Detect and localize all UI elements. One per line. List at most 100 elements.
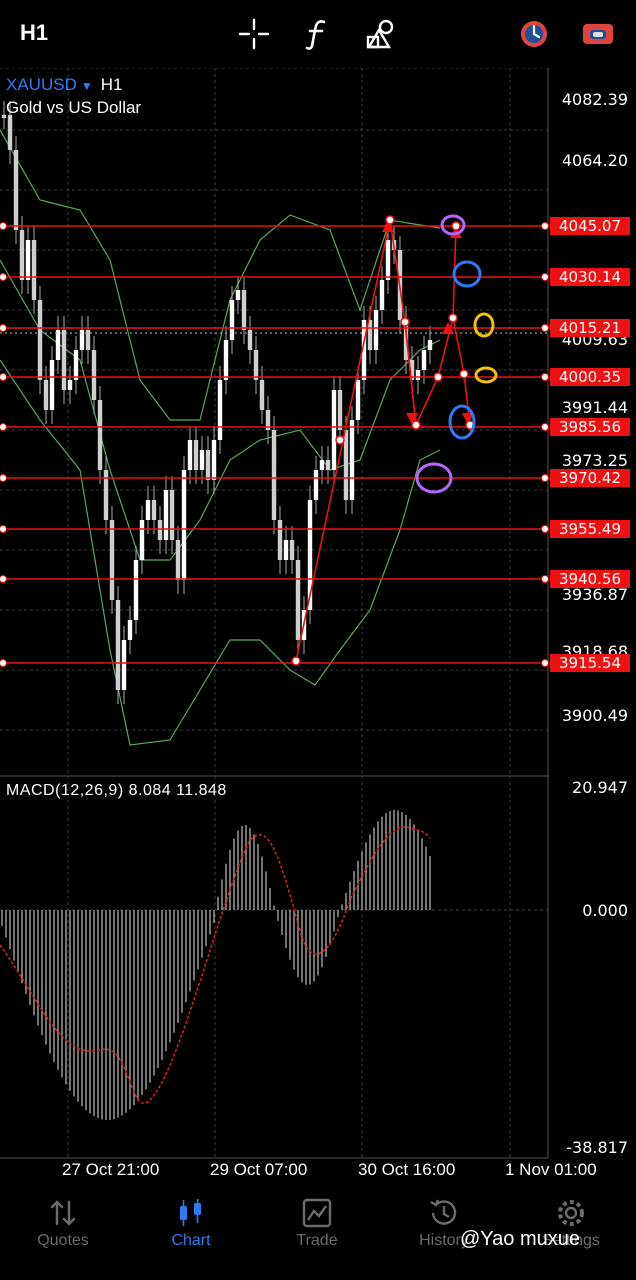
candle-body	[37, 300, 43, 380]
candle-body	[283, 540, 289, 560]
candle-body	[31, 240, 37, 300]
candle-body	[319, 460, 325, 470]
candle-body	[331, 390, 337, 470]
candle-body	[193, 440, 199, 470]
candle-body	[295, 560, 301, 640]
candle-body	[427, 340, 433, 350]
symbol-name: XAUUSD	[6, 75, 77, 94]
level-handle	[0, 373, 7, 381]
level-handle	[0, 324, 7, 332]
candle-body	[157, 520, 163, 540]
level-handle	[0, 222, 7, 230]
level-price-label[interactable]: 4030.14	[550, 268, 630, 286]
trend-line	[452, 317, 465, 375]
level-price-label[interactable]: 4045.07	[550, 217, 630, 235]
level-handle	[0, 423, 7, 431]
anchor-point	[451, 221, 461, 231]
level-price-label[interactable]: 3970.42	[550, 469, 630, 487]
trend-line	[389, 219, 406, 323]
level-handle	[541, 273, 549, 281]
macd-indicator-label[interactable]: MACD(12,26,9) 8.084 11.848	[6, 782, 227, 800]
trend-drawings[interactable]	[291, 214, 498, 666]
nav-label: Trade	[296, 1232, 338, 1249]
symbol-timeframe: H1	[100, 75, 123, 94]
candle-body	[43, 380, 49, 410]
candle-body	[373, 310, 379, 350]
candle-body	[235, 290, 241, 300]
highlight-circle	[452, 260, 482, 288]
chart-icon	[180, 1199, 201, 1226]
level-handle	[541, 423, 549, 431]
level-handle	[541, 222, 549, 230]
nav-quotes[interactable]: Quotes	[13, 1190, 113, 1270]
history-icon	[430, 1199, 457, 1225]
candle-body	[253, 350, 259, 380]
level-handle	[0, 273, 7, 281]
anchor-point	[335, 435, 345, 445]
candle-body	[337, 390, 343, 430]
candle-body	[421, 350, 427, 370]
candle-body	[259, 380, 265, 410]
highlight-circle	[473, 312, 495, 338]
time-label: 1 Nov 01:00	[505, 1160, 597, 1179]
candle-body	[169, 490, 175, 540]
candle-body	[223, 340, 229, 380]
nav-trade[interactable]: Trade	[267, 1190, 367, 1270]
candle-body	[55, 330, 61, 360]
nav-chart[interactable]: Chart	[141, 1190, 241, 1270]
level-handle	[541, 659, 549, 667]
candle-body	[13, 150, 19, 230]
candle-body	[289, 540, 295, 560]
anchor-point	[291, 656, 301, 666]
candle-body	[109, 520, 115, 600]
candle-body	[271, 430, 277, 520]
price-axis-label: 4064.20	[561, 151, 628, 170]
level-price-label[interactable]: 3955.49	[550, 520, 630, 538]
anchor-point	[411, 420, 421, 430]
settings-icon	[558, 1200, 584, 1226]
timer-icon[interactable]	[516, 16, 552, 52]
candle-body	[25, 240, 31, 280]
candle-body	[145, 500, 151, 520]
candle-body	[181, 470, 187, 580]
price-chart[interactable]	[0, 0, 636, 1190]
level-price-label[interactable]: 3915.54	[550, 654, 630, 672]
objects-icon[interactable]	[364, 16, 400, 52]
trend-line	[404, 321, 417, 426]
candle-body	[277, 520, 283, 560]
trade-toggle-icon[interactable]	[580, 16, 616, 52]
symbol-description: Gold vs US Dollar	[6, 98, 142, 117]
candle-body	[121, 640, 127, 690]
time-label: 30 Oct 16:00	[358, 1160, 456, 1179]
crosshair-icon[interactable]	[236, 16, 272, 52]
level-handle	[541, 474, 549, 482]
function-icon[interactable]	[300, 16, 336, 52]
nav-label: Chart	[171, 1232, 211, 1249]
candle-body	[325, 460, 331, 470]
level-price-label[interactable]: 3985.56	[550, 418, 630, 436]
candle-body	[133, 560, 139, 620]
timeframe-selector[interactable]: H1	[20, 20, 48, 46]
price-axis-label: 3973.25	[561, 451, 628, 470]
candle-body	[313, 470, 319, 500]
level-price-label[interactable]: 4015.21	[550, 319, 630, 337]
level-handle	[0, 525, 7, 533]
level-price-label[interactable]: 3940.56	[550, 570, 630, 588]
candle-body	[217, 380, 223, 440]
candle-body	[379, 280, 385, 310]
level-price-label[interactable]: 4000.35	[550, 368, 630, 386]
candle-body	[415, 370, 421, 380]
time-label: 27 Oct 21:00	[62, 1160, 160, 1179]
trend-line	[437, 317, 454, 378]
level-handle	[0, 474, 7, 482]
candle-body	[229, 300, 235, 340]
candle-body	[139, 520, 145, 560]
candle-body	[49, 360, 55, 410]
symbol-selector[interactable]: XAUUSD ▼ H1	[6, 75, 122, 95]
price-axis-label: 4082.39	[561, 90, 628, 109]
level-handle	[541, 575, 549, 583]
level-handle	[541, 525, 549, 533]
macd-axis-max: 20.947	[572, 778, 628, 797]
level-handle	[541, 324, 549, 332]
candle-body	[211, 440, 217, 480]
